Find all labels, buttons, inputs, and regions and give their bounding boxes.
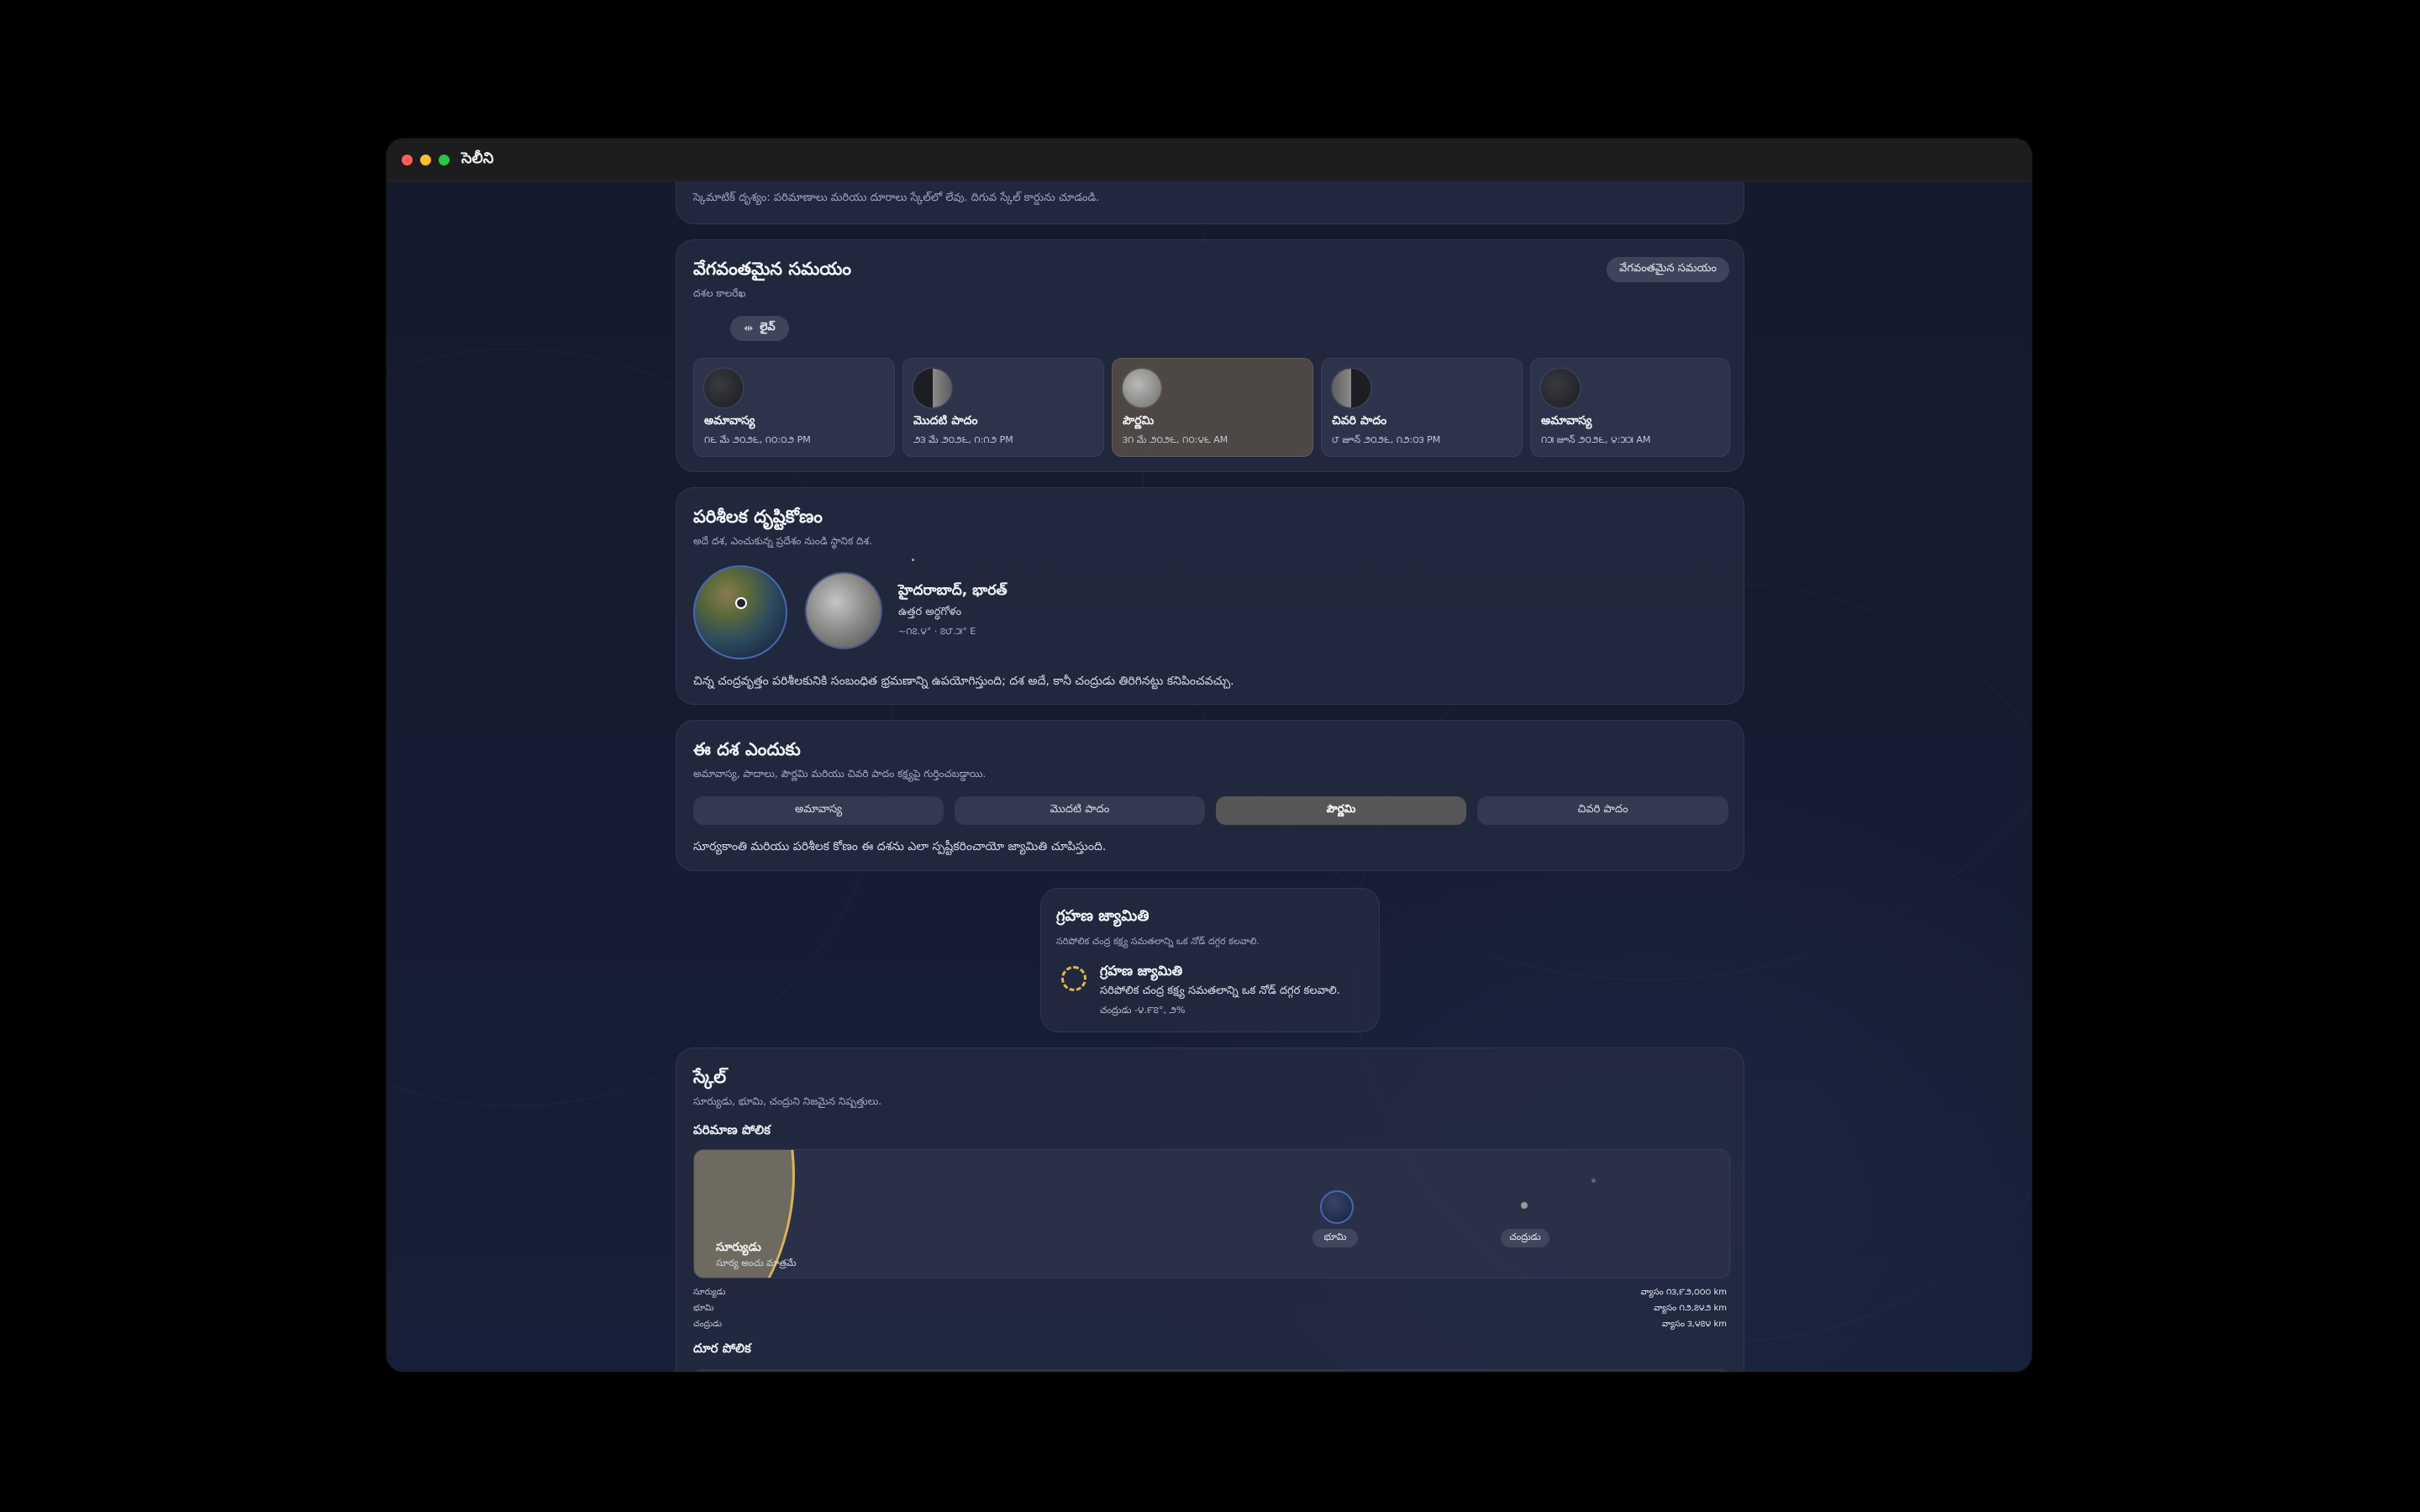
hemisphere-text: ఉత్తర అర్ధగోళం <box>898 606 962 618</box>
fast-time-title: వేగవంతమైన సమయం <box>693 259 851 279</box>
phase-date: ౩౧ మే ౨౦౨౬, ౧౦:౪౬ AM <box>1123 434 1228 445</box>
sun-label: సూర్యుడు <box>716 1241 761 1254</box>
fast-time-subtitle: దశల కాలరేఖ <box>693 287 746 299</box>
app-window: సెలీని స్కెమాటిక్ దృశ్యం: పరిమాణాలు మరియ… <box>387 139 2032 1372</box>
fast-time-card: వేగవంతమైన సమయం దశల కాలరేఖ వేగవంతమైన సమయం… <box>676 239 1744 472</box>
moon-dot-icon <box>1521 1202 1528 1209</box>
eclipse-card: గ్రహణ జ్యామితి సరిపోలిక చంద్ర కక్ష్య సమత… <box>1040 888 1380 1032</box>
moon-row-value: వ్యాసం ౩,౪౭౪ km <box>1661 1320 1727 1329</box>
observer-card: పరిశీలక దృష్టికోణం అదే దశ, ఎంచుకున్న ప్ర… <box>676 487 1744 705</box>
earth-row-name: భూమి <box>693 1304 714 1313</box>
minimize-window-button[interactable] <box>420 154 431 165</box>
phase-name: మొదటి పాదం <box>913 414 978 428</box>
earth-row-value: వ్యాసం ౧౨,౭౪౨ km <box>1654 1304 1727 1313</box>
eclipse-subtitle: సరిపోలిక చంద్ర కక్ష్య సమతలాన్ని ఒక నోడ్ … <box>1056 936 1260 947</box>
live-button[interactable]: ⇹ లైవ్ <box>730 316 789 341</box>
window-title: సెలీని <box>461 149 494 167</box>
title-bar: సెలీని <box>387 139 2032 181</box>
phase-name: పౌర్ణమి <box>1123 414 1155 428</box>
tab-new-moon[interactable]: అమావాస్య <box>693 796 944 825</box>
observer-note: చిన్న చంద్రవృత్తం పరిశీలకునికి సంబంధిత భ… <box>693 675 1234 688</box>
earth-globe <box>693 565 787 659</box>
phase-date: ౧౫ జూన్ ౨౦౨౬, ౪:౫౫ AM <box>1541 434 1651 445</box>
satellite-icon: ⇹ <box>744 322 754 335</box>
why-phase-explanation: సూర్యకాంతి మరియు పరిశీలక కోణం ఈ దశను ఎలా… <box>693 840 1107 853</box>
fast-time-badge[interactable]: వేగవంతమైన సమయం <box>1607 257 1729 282</box>
moon-disc <box>805 572 882 649</box>
scale-subtitle: సూర్యుడు, భూమి, చంద్రుని నిజమైన నిష్పత్త… <box>693 1095 882 1107</box>
scale-title: స్కేల్ <box>693 1067 727 1087</box>
phase-tile[interactable]: చివరి పాదం ౮ జూన్ ౨౦౨౬, ౧౨:౦౩ PM <box>1321 358 1523 457</box>
distance-comparison-heading: దూర పోలిక <box>693 1341 751 1356</box>
size-comparison-panel: సూర్యుడు సూర్య అంచు మాత్రమే భూమి చంద్రుడ… <box>693 1149 1730 1278</box>
earth-label: భూమి <box>1313 1229 1358 1247</box>
full-moon-icon <box>1123 369 1161 407</box>
phase-date: ౨౩ మే ౨౦౨౬, ౧:౧౨ PM <box>913 434 1013 445</box>
tab-first-quarter[interactable]: మొదటి పాదం <box>955 796 1205 825</box>
phase-tile[interactable]: అమావాస్య ౧౬ మే ౨౦౨౬, ౧౦:౦౨ PM <box>693 358 895 457</box>
why-phase-card: ఈ దశ ఎందుకు అమావాస్య, పాదాలు, పౌర్ణమి మర… <box>676 720 1744 871</box>
coordinates-text: ~౧౭.౪° · ౭౮.౫° E <box>898 626 976 637</box>
sun-row-value: వ్యాసం ౧౩,౯౨,౦౦౦ km <box>1640 1288 1727 1297</box>
phase-name: అమావాస్య <box>1541 414 1592 428</box>
scale-note-text: స్కెమాటిక్ దృశ్యం: పరిమాణాలు మరియు దూరాల… <box>693 192 1100 204</box>
last-quarter-moon-icon <box>1332 369 1370 407</box>
live-label: లైవ్ <box>760 321 776 333</box>
location-marker-icon <box>735 597 747 609</box>
sun-row-name: సూర్యుడు <box>693 1288 726 1297</box>
star-dot <box>1591 1179 1596 1183</box>
eclipse-item-desc: సరిపోలిక చంద్ర కక్ష్య సమతలాన్ని ఒక నోడ్ … <box>1100 984 1340 997</box>
scale-card: స్కేల్ సూర్యుడు, భూమి, చంద్రుని నిజమైన న… <box>676 1047 1744 1372</box>
size-comparison-heading: పరిమాణ పోలిక <box>693 1122 771 1137</box>
moon-label: చంద్రుడు <box>1501 1229 1549 1247</box>
phase-tile-selected[interactable]: పౌర్ణమి ౩౧ మే ౨౦౨౬, ౧౦:౪౬ AM <box>1112 358 1313 457</box>
phase-tile[interactable]: మొదటి పాదం ౨౩ మే ౨౦౨౬, ౧:౧౨ PM <box>902 358 1104 457</box>
observer-title: పరిశీలక దృష్టికోణం <box>693 507 823 527</box>
close-window-button[interactable] <box>402 154 413 165</box>
scroll-content[interactable]: స్కెమాటిక్ దృశ్యం: పరిమాణాలు మరియు దూరాల… <box>387 181 2032 1372</box>
new-moon-icon <box>704 369 743 407</box>
scale-note-card: స్కెమాటిక్ దృశ్యం: పరిమాణాలు మరియు దూరాల… <box>676 181 1744 224</box>
why-phase-title: ఈ దశ ఎందుకు <box>693 739 801 759</box>
zoom-window-button[interactable] <box>439 154 450 165</box>
moon-row-name: చంద్రుడు <box>693 1320 723 1329</box>
why-phase-subtitle: అమావాస్య, పాదాలు, పౌర్ణమి మరియు చివరి పా… <box>693 768 986 780</box>
observer-subtitle: అదే దశ, ఎంచుకున్న ప్రదేశం నుండి స్థానిక … <box>693 535 872 547</box>
earth-icon <box>1320 1190 1354 1224</box>
tab-full-moon[interactable]: పౌర్ణమి <box>1216 796 1466 825</box>
phase-date: ౧౬ మే ౨౦౨౬, ౧౦:౦౨ PM <box>704 434 811 445</box>
eclipse-item-value: చంద్రుడు -౪.౯౭°, ౨% <box>1100 1005 1186 1016</box>
phase-name: చివరి పాదం <box>1332 414 1387 428</box>
phase-date: ౮ జూన్ ౨౦౨౬, ౧౨:౦౩ PM <box>1332 434 1441 445</box>
eclipse-item-title: గ్రహణ జ్యామితి <box>1100 963 1183 979</box>
tab-last-quarter[interactable]: చివరి పాదం <box>1477 796 1728 825</box>
first-quarter-moon-icon <box>913 369 952 407</box>
eclipse-ring-icon <box>1061 966 1086 991</box>
distance-comparison-panel <box>693 1369 1730 1372</box>
eclipse-title: గ్రహణ జ్యామితి <box>1056 907 1150 925</box>
new-moon-icon <box>1541 369 1580 407</box>
location-name: హైదరాబాద్, భారత్ <box>898 582 1007 599</box>
phase-name: అమావాస్య <box>704 414 755 428</box>
star-dot <box>912 559 914 561</box>
phase-tile[interactable]: అమావాస్య ౧౫ జూన్ ౨౦౨౬, ౪:౫౫ AM <box>1530 358 1730 457</box>
sun-sublabel: సూర్య అంచు మాత్రమే <box>716 1257 797 1268</box>
